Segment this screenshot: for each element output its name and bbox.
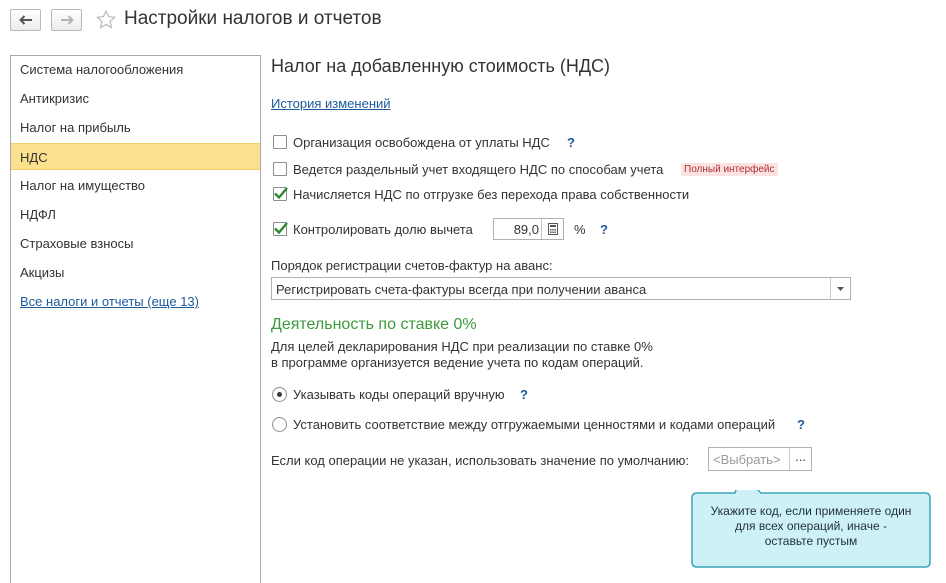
- sidebar-item-all-taxes[interactable]: Все налоги и отчеты (еще 13): [11, 288, 260, 315]
- sidebar-item-ndfl[interactable]: НДФЛ: [11, 201, 260, 228]
- separate-accounting-label: Ведется раздельный учет входящего НДС по…: [293, 162, 664, 177]
- deduction-share-input[interactable]: 89,0: [493, 218, 564, 240]
- callout-line1: Укажите код, если применяете один: [710, 504, 912, 518]
- sidebar: Система налогообложения Антикризис Налог…: [10, 55, 261, 583]
- star-icon[interactable]: [95, 9, 117, 32]
- history-link[interactable]: История изменений: [271, 96, 391, 111]
- chevron-down-icon[interactable]: [830, 278, 850, 299]
- hint-callout: Укажите код, если применяете один для вс…: [691, 490, 931, 568]
- sidebar-item-property-tax[interactable]: Налог на имущество: [11, 172, 260, 199]
- forward-button[interactable]: [51, 9, 82, 31]
- shipment-vat-checkbox[interactable]: [273, 187, 288, 201]
- separate-accounting-checkbox[interactable]: [273, 162, 287, 176]
- sidebar-item-profit-tax[interactable]: Налог на прибыль: [11, 114, 260, 141]
- sidebar-item-tax-system[interactable]: Система налогообложения: [11, 56, 260, 83]
- help-manual-codes[interactable]: ?: [520, 387, 528, 402]
- default-code-placeholder: <Выбрать>: [713, 452, 781, 467]
- back-button[interactable]: [10, 9, 41, 31]
- mapping-label: Установить соответствие между отгружаемы…: [293, 417, 776, 432]
- vat-exempt-label: Организация освобождена от уплаты НДС: [293, 135, 550, 150]
- page-title: Настройки налогов и отчетов: [124, 8, 382, 29]
- shipment-vat-label: Начисляется НДС по отгрузке без перехода…: [293, 187, 690, 202]
- invoice-order-label: Порядок регистрации счетов-фактур на ава…: [271, 258, 553, 273]
- callout-line2: для всех операций, иначе -: [735, 519, 887, 533]
- sidebar-item-excise[interactable]: Акцизы: [11, 259, 260, 286]
- help-deduction[interactable]: ?: [600, 222, 608, 237]
- sidebar-item-anticrisis[interactable]: Антикризис: [11, 85, 260, 112]
- callout-line3: оставьте пустым: [764, 534, 858, 548]
- full-interface-badge: Полный интерфейс: [681, 163, 778, 176]
- manual-codes-radio[interactable]: [272, 387, 287, 402]
- calculator-icon[interactable]: [541, 219, 563, 239]
- mapping-radio[interactable]: [272, 417, 287, 432]
- deduction-control-checkbox[interactable]: [273, 222, 288, 236]
- arrow-right-icon: [60, 15, 74, 25]
- default-code-label: Если код операции не указан, использоват…: [271, 453, 689, 468]
- percent-unit: %: [574, 222, 586, 237]
- invoice-order-select[interactable]: Регистрировать счета-фактуры всегда при …: [271, 277, 851, 300]
- arrow-left-icon: [18, 15, 33, 25]
- deduction-control-label: Контролировать долю вычета: [293, 222, 473, 237]
- callout-text: Укажите код, если применяете один для вс…: [691, 504, 931, 549]
- zero-rate-description-line2: в программе организуется ведение учета п…: [271, 355, 644, 370]
- choose-button[interactable]: ...: [789, 448, 811, 470]
- sidebar-item-vat[interactable]: НДС: [11, 143, 260, 170]
- sidebar-item-insurance[interactable]: Страховые взносы: [11, 230, 260, 257]
- manual-codes-label: Указывать коды операций вручную: [293, 387, 505, 402]
- section-title: Налог на добавленную стоимость (НДС): [271, 56, 611, 76]
- zero-rate-title: Деятельность по ставке 0%: [271, 316, 477, 333]
- vat-exempt-checkbox[interactable]: [273, 135, 287, 149]
- deduction-share-value: 89,0: [513, 222, 539, 237]
- invoice-order-value: Регистрировать счета-фактуры всегда при …: [276, 282, 647, 297]
- help-vat-exempt[interactable]: ?: [567, 135, 575, 150]
- zero-rate-description-line1: Для целей декларирования НДС при реализа…: [271, 339, 653, 354]
- default-code-field[interactable]: <Выбрать> ...: [708, 447, 812, 471]
- help-mapping[interactable]: ?: [797, 417, 805, 432]
